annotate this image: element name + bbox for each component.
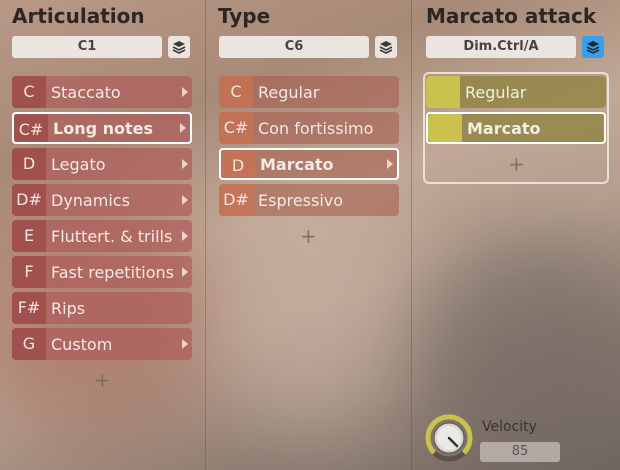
list-item[interactable]: F Fast repetitions [12,256,192,288]
articulation-key-selector[interactable]: C1 [12,36,162,58]
list-item-key [428,114,462,142]
list-item-key [426,76,460,108]
list-item-key: E [12,220,46,252]
list-item-label: Regular [258,82,320,102]
list-item-key: F# [12,292,46,324]
list-item-label: Fast repetitions [51,262,175,282]
list-item-label: Fluttert. & trills [51,226,173,246]
list-item-key: C# [14,114,48,142]
list-item-key: G [12,328,46,360]
list-item[interactable]: C# Long notes [12,112,192,144]
list-item-key: C# [219,112,253,144]
list-item[interactable]: D Marcato [219,148,399,180]
chevron-right-icon [182,159,188,169]
articulation-title: Articulation [12,4,145,28]
list-item[interactable]: D# Espressivo [219,184,399,216]
layers-icon [586,41,600,54]
articulation-add-button[interactable]: + [94,368,111,392]
list-item-label: Dynamics [51,190,130,210]
velocity-value-field[interactable]: 85 [480,442,560,462]
type-title: Type [218,4,271,28]
list-item[interactable]: E Fluttert. & trills [12,220,192,252]
chevron-right-icon [182,231,188,241]
chevron-right-icon [182,87,188,97]
list-item-label: Custom [51,334,113,354]
chevron-right-icon [180,123,186,133]
list-item-key: D [12,148,46,180]
marcato-attack-column: Marcato attack Dim.Ctrl/A [412,0,620,470]
list-item-key: D# [219,184,253,216]
chevron-right-icon [182,195,188,205]
list-item-label: Espressivo [258,190,344,210]
list-item-label: Con fortissimo [258,118,374,138]
velocity-label: Velocity [482,419,537,435]
list-item-key: D [221,150,255,178]
type-add-button[interactable]: + [300,224,317,248]
list-item[interactable]: Regular [426,76,606,108]
type-key-selector[interactable]: C6 [219,36,369,58]
list-item[interactable]: F# Rips [12,292,192,324]
list-item-label: Marcato [260,154,334,174]
chevron-right-icon [387,159,393,169]
list-item[interactable]: Marcato [426,112,606,144]
chevron-right-icon [182,339,188,349]
layers-icon [172,41,186,54]
list-item[interactable]: C Staccato [12,76,192,108]
list-item[interactable]: D# Dynamics [12,184,192,216]
list-item-label: Rips [51,298,86,318]
list-item[interactable]: C# Con fortissimo [219,112,399,144]
list-item-label: Legato [51,154,106,174]
chevron-right-icon [182,267,188,277]
list-item-key: C [219,76,253,108]
marcato-attack-key-selector[interactable]: Dim.Ctrl/A [426,36,576,58]
list-item-label: Long notes [53,118,154,138]
list-item[interactable]: C Regular [219,76,399,108]
list-item-label: Marcato [467,118,541,138]
list-item-key: F [12,256,46,288]
marcato-attack-title: Marcato attack [426,4,597,28]
layers-icon [379,41,393,54]
list-item[interactable]: D Legato [12,148,192,180]
articulation-layer-button[interactable] [168,36,190,58]
list-item-label: Regular [465,82,527,102]
knob-icon [425,414,473,462]
velocity-knob[interactable] [425,414,473,462]
list-item-key: D# [12,184,46,216]
list-item[interactable]: G Custom [12,328,192,360]
marcato-attack-add-button[interactable]: + [508,152,525,176]
list-item-label: Staccato [51,82,121,102]
type-layer-button[interactable] [375,36,397,58]
marcato-attack-layer-button[interactable] [582,36,604,58]
list-item-key: C [12,76,46,108]
